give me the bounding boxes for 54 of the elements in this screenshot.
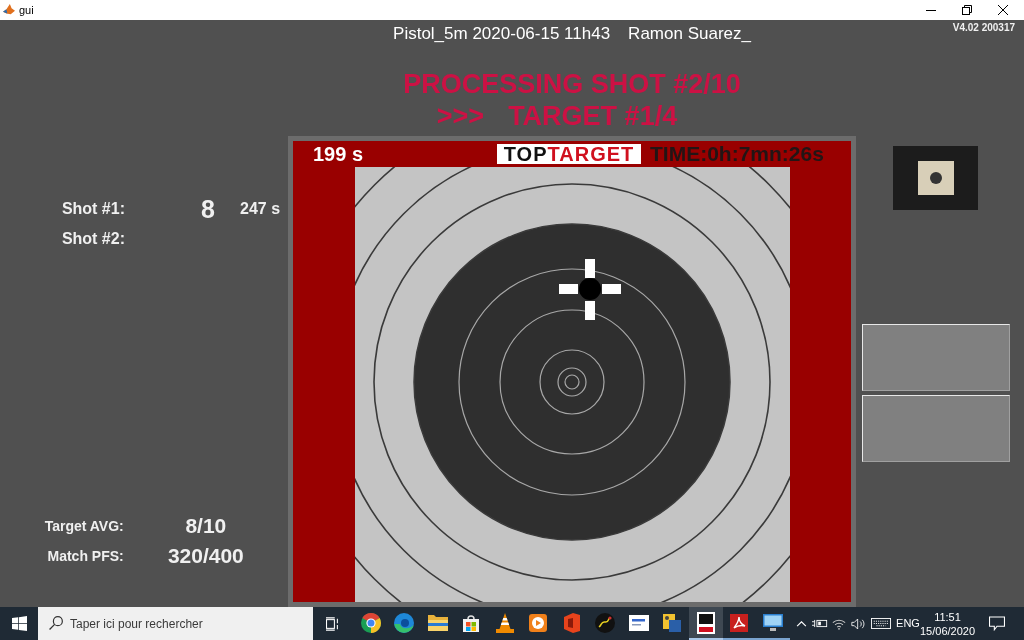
blank-button[interactable] [862, 324, 1010, 391]
minimize-icon [926, 9, 936, 11]
shot-score: 8 [200, 195, 216, 223]
speaker-icon [850, 617, 866, 630]
stat-label: Target AVG: [43, 517, 124, 535]
disc-icon [595, 612, 616, 633]
app-tile-icon [628, 614, 649, 631]
notification-icon [989, 616, 1005, 631]
language-button[interactable]: ENG [896, 607, 920, 640]
peak-icon [3, 4, 15, 16]
shopping-bag-icon [463, 613, 480, 632]
target-number: TARGET #1/4 [508, 100, 678, 132]
logo-first-word: TOP [503, 144, 548, 164]
shot-time: 247 s [240, 199, 281, 219]
restore-icon [962, 5, 972, 15]
battery-icon [811, 618, 828, 629]
circle-wave-icon [394, 612, 415, 633]
shooter-name: Ramon Suarez_ [628, 24, 751, 44]
play-icon [529, 613, 548, 632]
countdown-timer: 199 s [313, 142, 365, 166]
window-title: gui [19, 3, 34, 17]
close-icon [998, 5, 1008, 15]
task-view-icon [326, 616, 340, 631]
logo-second-word: TARGET [547, 144, 635, 164]
hexagon-icon [563, 612, 580, 633]
shot-label: Shot #1: [60, 199, 125, 219]
session-title: Pistol_5m 2020-06-15 11h43 [393, 24, 611, 44]
search-icon [49, 616, 63, 630]
tricolor-circle-icon [360, 612, 381, 633]
traffic-cone-icon [495, 612, 514, 633]
start-icon [11, 616, 27, 631]
stat-value: 320/400 [166, 543, 245, 569]
overlapping-squares-icon [663, 613, 682, 632]
swirl-tile-icon [730, 613, 749, 632]
blank-button[interactable] [862, 395, 1010, 462]
monitor-icon [762, 614, 783, 631]
clock-time: 11:51 [934, 609, 961, 624]
chevron-up-icon [795, 620, 807, 627]
search-field[interactable]: Taper ici pour rechercher [38, 607, 313, 640]
pointer-arrows: >>> [436, 100, 485, 132]
taskbar-app-button[interactable] [689, 607, 723, 640]
shot-marker-icon [559, 259, 621, 320]
keyboard-icon [871, 618, 891, 629]
stat-label: Match PFS: [46, 547, 124, 565]
clock-button[interactable]: 11:51 15/06/2020 [920, 607, 975, 640]
clock-date: 15/06/2020 [919, 623, 976, 638]
wifi-icon [831, 617, 846, 630]
logo-tile-icon [696, 611, 715, 634]
elapsed-time: TIME:0h:7mn:26s [650, 142, 824, 166]
shot-label: Shot #2: [60, 229, 125, 249]
status-message: PROCESSING SHOT #2/10 [403, 68, 741, 100]
stat-value: 8/10 [184, 513, 228, 539]
folder-icon [427, 614, 448, 631]
version-label: V4.02 200317 [952, 22, 1015, 34]
